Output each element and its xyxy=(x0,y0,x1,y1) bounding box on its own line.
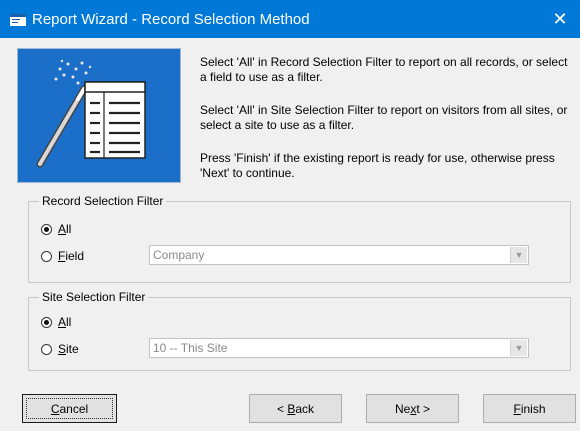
site-selection-filter-group: Site Selection Filter xyxy=(28,290,571,371)
instruction-text-1: Select 'All' in Record Selection Filter … xyxy=(200,55,568,84)
next-label: Next > xyxy=(394,401,431,416)
title-bar[interactable]: Report Wizard - Record Selection Method … xyxy=(0,0,580,38)
report-wizard-window: Report Wizard - Record Selection Method … xyxy=(0,0,580,431)
site-select[interactable]: 10 -- This Site ▼ xyxy=(149,338,529,358)
cancel-button[interactable]: Cancel xyxy=(22,394,117,423)
record-field-radio[interactable]: Field xyxy=(41,249,84,263)
record-all-radio[interactable]: All xyxy=(41,222,71,236)
report-table-icon xyxy=(84,81,146,159)
site-radio[interactable]: Site xyxy=(41,342,79,356)
finish-button[interactable]: Finish xyxy=(483,394,576,423)
record-selection-filter-label: Record Selection Filter xyxy=(39,194,167,208)
record-field-value: Company xyxy=(153,248,205,262)
app-icon xyxy=(10,14,26,26)
site-selection-filter-label: Site Selection Filter xyxy=(39,290,149,304)
radio-button[interactable] xyxy=(41,250,52,262)
instruction-text-2: Select 'All' in Site Selection Filter to… xyxy=(200,103,568,132)
finish-label: Finish xyxy=(513,401,546,416)
site-value: 10 -- This Site xyxy=(153,341,228,355)
radio-button[interactable] xyxy=(41,343,52,355)
cancel-label: Cancel xyxy=(50,401,89,416)
record-all-label: All xyxy=(58,222,72,236)
wizard-illustration xyxy=(17,48,181,183)
back-label: < Back xyxy=(276,401,315,416)
record-field-select[interactable]: Company ▼ xyxy=(149,245,529,265)
dropdown-arrow-icon[interactable]: ▼ xyxy=(510,247,527,263)
close-icon: ✕ xyxy=(552,8,568,29)
radio-button[interactable] xyxy=(41,223,52,235)
site-all-label: All xyxy=(58,315,72,329)
dropdown-arrow-icon[interactable]: ▼ xyxy=(510,340,527,356)
close-button[interactable]: ✕ xyxy=(540,0,580,38)
radio-button[interactable] xyxy=(41,316,52,328)
site-label: Site xyxy=(58,342,79,356)
back-button[interactable]: < Back xyxy=(249,394,342,423)
record-selection-filter-group: Record Selection Filter xyxy=(28,194,571,283)
instruction-text-3: Press 'Finish' if the existing report is… xyxy=(200,151,555,180)
window-title: Report Wizard - Record Selection Method xyxy=(32,11,310,28)
next-button[interactable]: Next > xyxy=(366,394,459,423)
site-all-radio[interactable]: All xyxy=(41,315,71,329)
record-field-label: Field xyxy=(58,249,85,263)
